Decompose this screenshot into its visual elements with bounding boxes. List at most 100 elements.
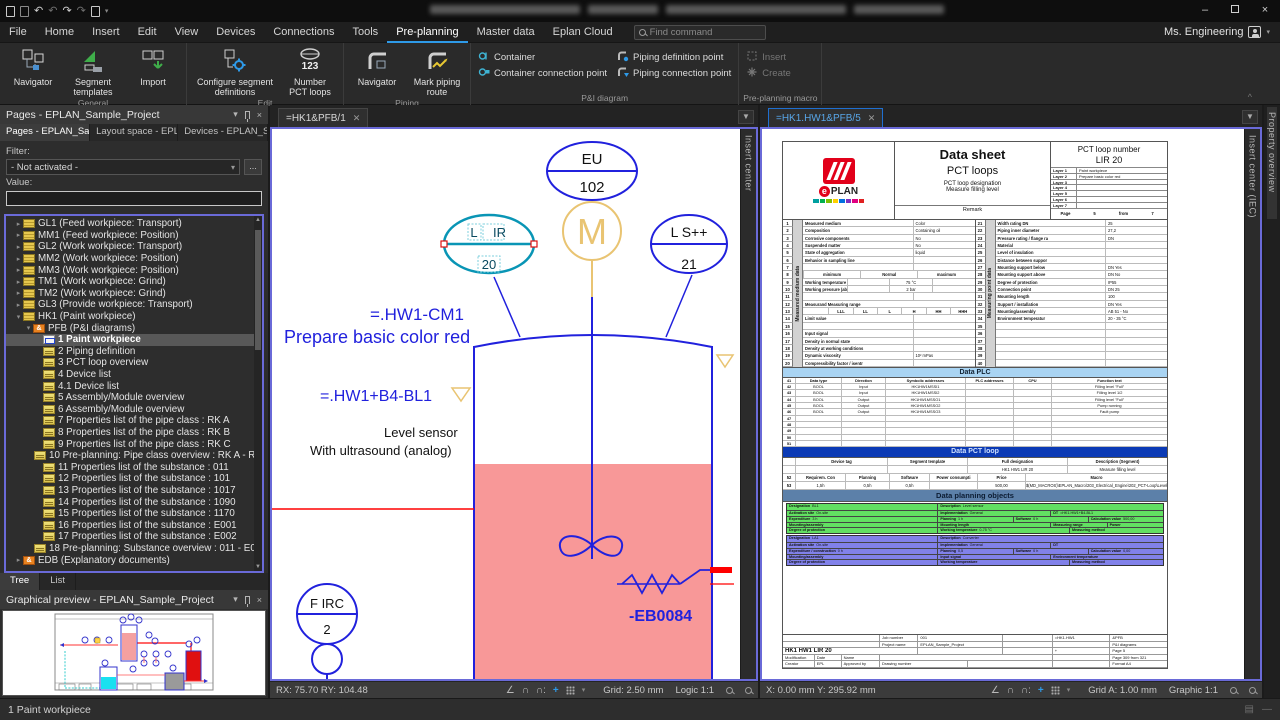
menu-view[interactable]: View <box>166 22 208 43</box>
snap-to-grid-icon[interactable]: + <box>1038 685 1044 696</box>
find-command-search[interactable] <box>634 25 766 40</box>
tree-item[interactable]: ▸GL2 (Work workpiece: Transport) <box>6 241 254 253</box>
cm-description[interactable]: Prepare basic color red <box>284 327 470 347</box>
mark-piping-button[interactable]: Mark pipingroute <box>408 45 466 97</box>
grid-caret-icon[interactable]: ▾ <box>582 686 586 694</box>
instrument-ls-21[interactable]: L S++ 21 <box>651 215 727 337</box>
close-project-icon[interactable] <box>91 6 100 17</box>
insert-center-strip[interactable]: Insert center <box>740 129 756 679</box>
tab-close-icon[interactable]: ✕ <box>868 113 876 124</box>
graphical-preview[interactable] <box>2 610 266 696</box>
tab-list[interactable]: List <box>40 573 76 590</box>
navigator-button[interactable]: Navigator <box>4 45 62 87</box>
menu-master-data[interactable]: Master data <box>468 22 544 43</box>
tree-item[interactable]: ▸TM2 (Work workpiece: Grind) <box>6 288 254 300</box>
panel-menu-caret-icon[interactable]: ▾ <box>233 109 238 120</box>
number-button[interactable]: 123NumberPCT loops <box>281 45 339 97</box>
menu-pre-planning[interactable]: Pre-planning <box>387 22 467 43</box>
menu-connections[interactable]: Connections <box>264 22 343 43</box>
user-menu-caret-icon[interactable]: ▾ <box>1266 28 1270 36</box>
tree-item[interactable]: 3 PCT loop overview <box>6 357 254 369</box>
tree-item[interactable]: ▸GL1 (Feed workpiece: Transport) <box>6 218 254 230</box>
tree-item[interactable]: 4.1 Device list <box>6 380 254 392</box>
tree-expander-icon[interactable]: ▸ <box>14 289 23 297</box>
layout-icon[interactable]: ▤ <box>1245 704 1254 715</box>
tree-item[interactable]: ▸GL3 (Provide workpiece: Transport) <box>6 299 254 311</box>
tree-item[interactable]: 6 Assembly/Module overview <box>6 404 254 416</box>
insert-center-iec-strip[interactable]: Insert center (IEC) <box>1244 129 1260 679</box>
piping-connection-point-button[interactable]: Piping connection point <box>614 65 734 81</box>
tab-list-caret-icon[interactable]: ▼ <box>1242 110 1258 124</box>
menu-edit[interactable]: Edit <box>129 22 166 43</box>
tab-close-icon[interactable]: ✕ <box>353 113 361 124</box>
tab-pid-page[interactable]: =HK1&PFB/1 ✕ <box>278 108 368 127</box>
selection-handle-right[interactable] <box>531 241 537 247</box>
user-avatar-icon[interactable] <box>1248 26 1261 38</box>
snap-to-grid-icon[interactable]: + <box>553 685 559 696</box>
tree-item[interactable]: 2 Piping definition <box>6 346 254 358</box>
restore-button[interactable] <box>1220 0 1250 22</box>
container-button[interactable]: Container <box>475 49 610 65</box>
navigator-button[interactable]: Navigator <box>348 45 406 87</box>
tree-item[interactable]: 16 Properties list of the substance : E0… <box>6 519 254 531</box>
tree-scrollbar-thumb[interactable] <box>255 230 261 350</box>
zoom-in-icon[interactable] <box>1230 687 1237 694</box>
menu-file[interactable]: File <box>0 22 36 43</box>
instrument-eu-102[interactable]: EU 102 <box>547 142 637 200</box>
status-collapse-icon[interactable]: — <box>1262 704 1272 715</box>
close-button[interactable]: × <box>1250 0 1280 22</box>
datasheet-canvas[interactable]: ePLAN Data sheet PCT loops PCT loop desi… <box>762 129 1244 679</box>
zoom-area-icon[interactable] <box>745 687 752 694</box>
zoom-in-icon[interactable] <box>726 687 733 694</box>
instrument-firc-2[interactable]: F IRC 2 <box>297 584 357 679</box>
panel-pin-icon[interactable] <box>245 111 250 119</box>
tree-expander-icon[interactable]: ▸ <box>14 231 23 239</box>
menu-insert[interactable]: Insert <box>83 22 129 43</box>
menu-eplan-cloud[interactable]: Eplan Cloud <box>544 22 622 43</box>
tree-item[interactable]: 5 Assembly/Module overview <box>6 392 254 404</box>
search-input[interactable] <box>650 27 750 38</box>
tree-expander-icon[interactable]: ▸ <box>14 278 23 286</box>
new-document-icon[interactable] <box>6 6 15 17</box>
tree-item[interactable]: ▾&PFB (P&I diagrams) <box>6 322 254 334</box>
tree-item[interactable]: 10 Pre-planning: Pipe class overview : R… <box>6 450 254 462</box>
cm-label[interactable]: =.HW1-CM1 <box>370 305 464 324</box>
tree-item[interactable]: 4 Device list <box>6 369 254 381</box>
object-snap-icon[interactable]: ∩ <box>1007 685 1014 696</box>
filter-combobox[interactable]: - Not activated - ▾ <box>6 159 240 175</box>
preview-menu-caret-icon[interactable]: ▾ <box>233 594 238 605</box>
navigator-tab-0[interactable]: Pages - EPLAN_Sampl... <box>0 124 90 141</box>
tree-item[interactable]: ▾HK1 (Paint workpiece) <box>6 311 254 323</box>
segment-button[interactable]: Segmenttemplates <box>64 45 122 97</box>
tree-item[interactable]: ▸MM1 (Feed workpiece: Position) <box>6 230 254 242</box>
tree-item[interactable]: 15 Properties list of the substance : 11… <box>6 508 254 520</box>
tree-expander-icon[interactable]: ▸ <box>14 220 23 228</box>
undo-history-icon[interactable]: ↶ <box>48 6 57 17</box>
navigator-tab-1[interactable]: Layout space - EPLAN... <box>90 124 178 141</box>
tree-expander-icon[interactable]: ▸ <box>14 255 23 263</box>
menu-devices[interactable]: Devices <box>207 22 264 43</box>
tree-item[interactable]: 18 Pre-planning: Substance overview : 01… <box>6 543 254 555</box>
navigator-tab-2[interactable]: Devices - EPLAN_Sam... <box>178 124 268 141</box>
piping-definition-point-button[interactable]: Piping definition point <box>614 49 734 65</box>
grid-display-icon[interactable] <box>566 686 575 695</box>
tab-tree[interactable]: Tree <box>0 573 40 590</box>
tree-item[interactable]: ▸MM2 (Work workpiece: Position) <box>6 253 254 265</box>
grid-caret-icon[interactable]: ▾ <box>1067 686 1071 694</box>
tree-expander-icon[interactable]: ▸ <box>14 556 23 564</box>
tree-item[interactable]: 9 Properties list of the pipe class : RK… <box>6 438 254 450</box>
angle-snap-icon[interactable]: ∠ <box>506 685 515 696</box>
tree-expander-icon[interactable]: ▸ <box>14 243 23 251</box>
object-snap-icon[interactable]: ∩ <box>522 685 529 696</box>
tree-expander-icon[interactable]: ▾ <box>24 324 33 332</box>
tree-item[interactable]: 7 Properties list of the pipe class : RK… <box>6 415 254 427</box>
tree-item[interactable]: 13 Properties list of the substance : 10… <box>6 485 254 497</box>
tree-item[interactable]: 1 Paint workpiece <box>6 334 254 346</box>
container-connection-point-button[interactable]: Container connection point <box>475 65 610 81</box>
redo-icon[interactable]: ↷ <box>62 6 71 17</box>
tree-expander-icon[interactable]: ▸ <box>14 266 23 274</box>
tree-item[interactable]: ▸&EDB (Explanatory documents) <box>6 554 254 566</box>
tree-item[interactable]: 12 Properties list of the substance : 10… <box>6 473 254 485</box>
combo-caret-icon[interactable]: ▾ <box>231 163 235 172</box>
tree-expander-icon[interactable]: ▾ <box>14 313 23 321</box>
